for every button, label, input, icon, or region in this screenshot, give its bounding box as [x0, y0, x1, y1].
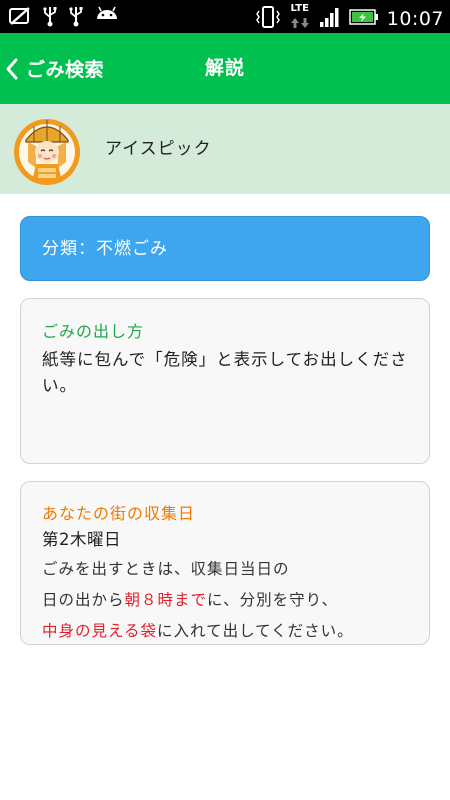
- lte-icon: LTE: [289, 4, 311, 33]
- lte-label: LTE: [290, 3, 309, 14]
- disposal-method-title: ごみの出し方: [42, 322, 145, 341]
- note-line-3: 中身の見える袋に入れて出してください。: [42, 616, 427, 647]
- status-left-icons: [8, 5, 120, 27]
- collection-day-note: ごみを出すときは、収集日当日の 日の出から朝８時までに、分別を守り、 中身の見え…: [42, 554, 427, 647]
- category-text: 分類：不燃ごみ: [42, 239, 168, 259]
- usb-icon: [68, 5, 84, 27]
- signal-icon: [319, 6, 341, 32]
- item-name: アイスピック: [105, 139, 212, 159]
- disposal-method-body: 紙等に包んで「危険」と表示してお出しください。: [42, 350, 408, 395]
- status-bar: LTE 10:07: [0, 0, 450, 33]
- collection-day-value: 第2木曜日: [42, 530, 121, 549]
- note-line-1: ごみを出すときは、収集日当日の: [42, 560, 290, 578]
- usb-icon: [42, 5, 58, 27]
- collection-day-card: あなたの街の収集日 第2木曜日 ごみを出すときは、収集日当日の 日の出から朝８時…: [20, 481, 430, 645]
- note-line-2: 日の出から朝８時までに、分別を守り、: [42, 585, 427, 616]
- mascot-icon: [12, 112, 82, 188]
- note-highlight-time: 朝８時まで: [124, 591, 208, 609]
- back-button[interactable]: ごみ検索: [0, 33, 104, 104]
- clock: 10:07: [386, 7, 444, 30]
- status-right-icons: LTE 10:07: [255, 4, 444, 33]
- item-header: アイスピック: [0, 104, 450, 194]
- category-badge: 分類：不燃ごみ: [20, 216, 430, 281]
- android-icon: [94, 5, 120, 27]
- chevron-left-icon: [4, 56, 20, 82]
- phone-vibrate-icon: [255, 5, 281, 33]
- note-highlight-bag: 中身の見える袋: [42, 622, 158, 640]
- note-text: 日の出から: [42, 591, 125, 609]
- collection-day-title: あなたの街の収集日: [42, 504, 196, 523]
- sync-off-icon: [8, 5, 32, 27]
- note-text: に入れて出してください。: [157, 622, 354, 640]
- battery-charging-icon: [348, 8, 379, 30]
- note-text: に、分別を守り、: [207, 591, 338, 609]
- back-button-label: ごみ検索: [26, 59, 105, 81]
- app-bar: 解説 ごみ検索: [0, 33, 450, 104]
- disposal-method-card: ごみの出し方 紙等に包んで「危険」と表示してお出しください。: [20, 298, 430, 464]
